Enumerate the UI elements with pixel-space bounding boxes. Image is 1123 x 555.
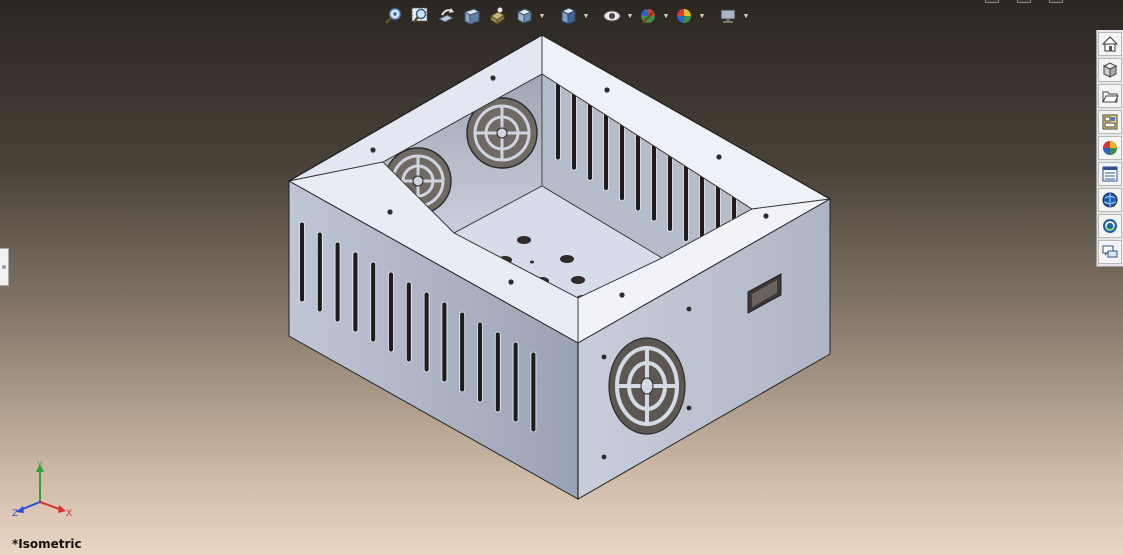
inner-vent-slot [619,122,625,202]
triad-z-label: Z [12,509,18,519]
inner-vent-slot [603,112,609,191]
inner-vent-slot [667,152,673,232]
inner-vent-slot [683,163,689,243]
vent-slot [334,241,341,323]
vent-slot [388,271,394,353]
inner-vent-slot [587,102,593,181]
vent-slot [512,341,519,423]
triad-y-label: Y [36,461,43,471]
inner-vent-slot [571,91,577,171]
vent-slot [477,321,483,403]
vent-slot [405,281,412,363]
vent-slot [494,331,501,413]
inner-vent-slot [651,142,657,222]
reference-triad: Y X Z [12,461,72,519]
vent-slot [530,351,537,433]
front-fan-grille [608,337,686,435]
vent-slot [423,291,430,373]
vent-slot [441,301,448,383]
inner-vent-slot [635,132,641,212]
vent-slot [299,221,305,303]
inner-vent-slot [555,81,561,161]
vent-slot [316,231,323,313]
view-orientation-label: *Isometric [12,537,82,551]
triad-x-label: X [66,509,72,519]
vent-slot [352,251,359,333]
graphics-area[interactable]: ▼ ▼ ▼ ▼ ▼ ▼ Y X Z *Isometric [0,0,1123,555]
vent-slot [459,311,466,393]
vent-slot [370,261,377,343]
enclosure-model[interactable] [0,0,1123,555]
